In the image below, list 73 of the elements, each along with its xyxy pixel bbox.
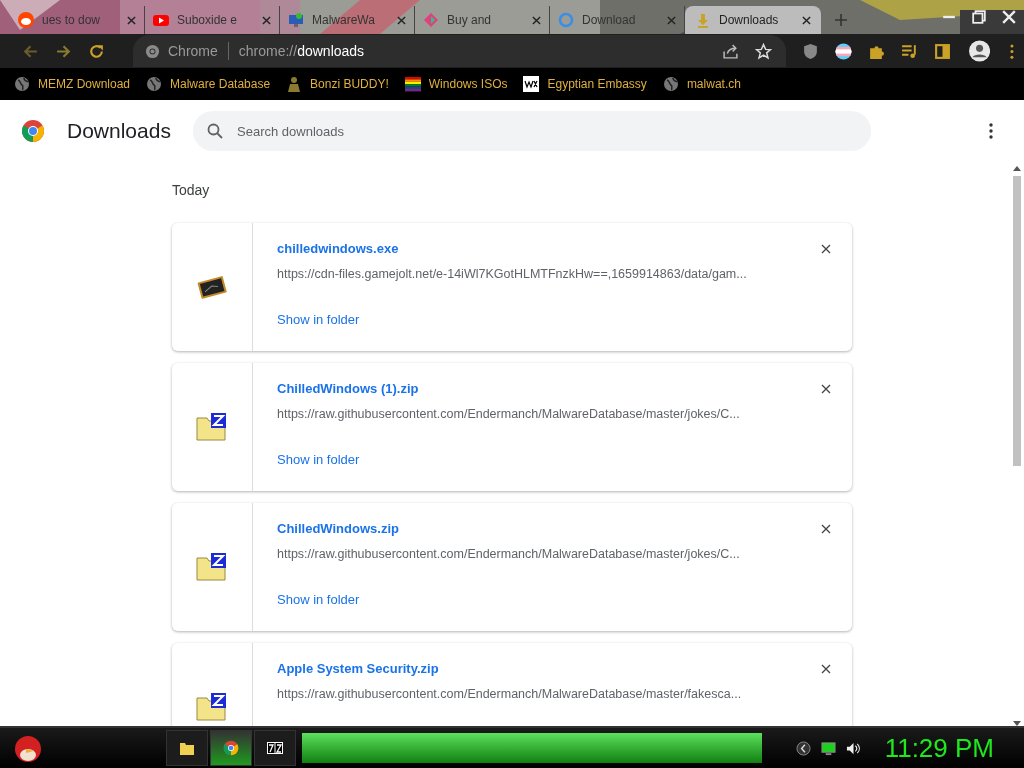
close-icon[interactable] — [802, 15, 811, 25]
new-tab-button[interactable] — [835, 14, 847, 26]
clock: 11:29 PM — [884, 732, 994, 764]
file-name-link[interactable]: chilledwindows.exe — [277, 241, 747, 267]
file-url: https://cdn-files.gamejolt.net/e-14iWl7KGotHLMTFnzkHw==,1659914863/data/gam... — [277, 267, 747, 283]
bookmark[interactable]: malwat.ch — [662, 76, 741, 92]
taskbar-app[interactable] — [166, 730, 208, 766]
bookmark[interactable]: Bonzi BUDDY! — [286, 76, 389, 92]
diamond-icon — [423, 12, 439, 28]
figure-icon — [286, 76, 303, 92]
taskbar-app[interactable] — [254, 730, 296, 766]
download-icon — [695, 12, 711, 28]
remove-icon[interactable] — [821, 244, 831, 254]
restore-button[interactable] — [972, 10, 986, 24]
more-menu-icon[interactable] — [989, 123, 993, 139]
ring-icon — [558, 12, 574, 28]
star-icon[interactable] — [755, 42, 773, 60]
file-name-link[interactable]: ChilledWindows.zip — [277, 521, 740, 547]
close-icon[interactable] — [532, 15, 541, 25]
bookmark[interactable]: Malware Database — [146, 76, 271, 92]
side-panel-icon[interactable] — [934, 42, 952, 60]
chrome-logo — [21, 119, 45, 143]
page-title: Downloads — [67, 119, 171, 143]
address-bar[interactable]: Chrome chrome://downloads — [133, 35, 787, 67]
show-in-folder-link[interactable]: Show in folder — [277, 312, 747, 327]
file-url: https://raw.githubusercontent.com/Endermanch/MalwareDatabase/master/jokes/C... — [277, 407, 740, 423]
show-in-folder-link[interactable]: Show in folder — [277, 592, 740, 607]
section-heading: Today — [172, 182, 211, 200]
bookmark[interactable]: MEMZ Download — [14, 76, 131, 92]
rainbow-flag-icon — [404, 76, 421, 92]
globe-icon — [146, 76, 163, 92]
search-icon — [207, 123, 223, 139]
chrome-icon — [145, 43, 160, 59]
computer-icon — [288, 12, 304, 28]
remove-icon[interactable] — [821, 524, 831, 534]
reload-button[interactable] — [88, 42, 105, 60]
zip-folder-icon — [196, 411, 228, 443]
remove-icon[interactable] — [821, 664, 831, 674]
show-in-folder-link[interactable]: Show in folder — [277, 452, 740, 467]
bookmark[interactable]: Windows ISOs — [404, 76, 508, 92]
profile-avatar[interactable] — [969, 40, 991, 62]
file-name-link[interactable]: ChilledWindows (1).zip — [277, 381, 740, 407]
close-icon[interactable] — [127, 15, 136, 25]
globe-icon — [14, 76, 30, 92]
zip-folder-icon — [196, 551, 228, 583]
close-icon[interactable] — [262, 15, 271, 25]
folder-icon — [179, 740, 195, 756]
file-name-link[interactable]: Apple System Security.zip — [277, 661, 742, 687]
globe-icon — [662, 76, 679, 92]
speaker-icon[interactable] — [845, 740, 861, 756]
menu-icon[interactable] — [1010, 43, 1014, 59]
chrome-icon — [223, 740, 239, 756]
origin-label: Chrome — [168, 43, 218, 59]
search-field[interactable]: Search downloads — [193, 111, 871, 151]
playlist-icon[interactable] — [901, 42, 919, 60]
url-text: chrome://downloads — [238, 43, 365, 59]
file-url: https://raw.githubusercontent.com/Endermanch/MalwareDatabase/master/fakesca... — [277, 687, 742, 703]
taskbar-app[interactable] — [210, 730, 252, 766]
file-url: https://raw.githubusercontent.com/Endermanch/MalwareDatabase/master/jokes/C... — [277, 547, 740, 563]
shield-icon[interactable] — [802, 42, 820, 60]
monitor-icon[interactable] — [820, 740, 836, 756]
archive-icon — [267, 740, 283, 756]
remove-icon[interactable] — [821, 384, 831, 394]
square-icon — [523, 76, 540, 92]
alien-icon — [18, 12, 34, 28]
close-icon[interactable] — [397, 15, 406, 25]
browser-tab[interactable]: Downloads — [685, 6, 821, 34]
play-icon — [153, 12, 169, 28]
bookmark[interactable]: Egyptian Embassy — [523, 76, 647, 92]
zip-folder-icon — [196, 691, 228, 723]
share-icon[interactable] — [722, 42, 740, 60]
close-button[interactable] — [1002, 10, 1016, 24]
chevron-icon[interactable] — [795, 740, 811, 756]
